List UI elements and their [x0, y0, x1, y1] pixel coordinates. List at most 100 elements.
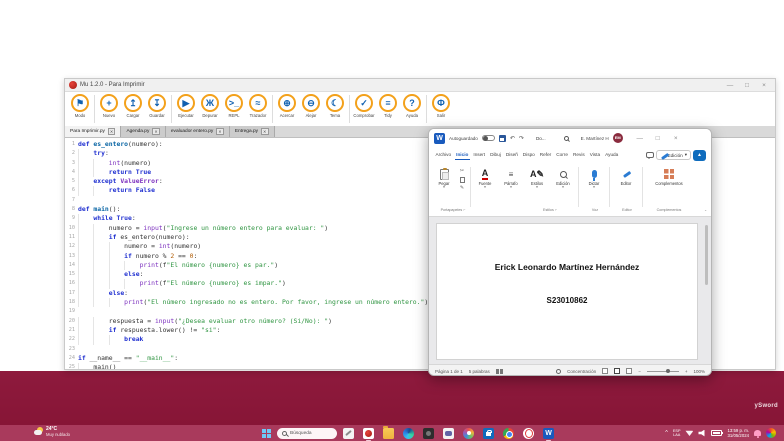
- mu-button-run[interactable]: ▶ Ejecutar: [174, 94, 198, 118]
- mu-titlebar[interactable]: Mu 1.2.0 - Para Imprimir — □ ×: [65, 79, 775, 92]
- word-close-button[interactable]: ×: [669, 135, 683, 142]
- copy-icon[interactable]: [459, 175, 469, 184]
- focus-label[interactable]: Concentración: [567, 369, 596, 374]
- word-scrollbar[interactable]: [705, 225, 708, 285]
- mu-minimize-button[interactable]: —: [723, 82, 737, 89]
- cut-icon[interactable]: ✂: [457, 168, 467, 175]
- editing-group-button[interactable]: Edición ▾: [552, 167, 574, 189]
- word-tab-dibuj[interactable]: Dibuj: [489, 150, 503, 160]
- styles-group-button[interactable]: A✎ Estilos ▾: [526, 167, 548, 189]
- mu-tab[interactable]: Entrega.py ✕: [229, 126, 275, 137]
- word-tab-corre[interactable]: Corre: [555, 150, 570, 160]
- color-wheel-icon[interactable]: [766, 428, 776, 438]
- close-tab-icon[interactable]: ✕: [261, 128, 269, 135]
- word-titlebar[interactable]: W Autoguardado ↶ ↷ Do... E. Martínez H E…: [429, 129, 711, 147]
- word-maximize-button[interactable]: □: [651, 135, 665, 142]
- close-tab-icon[interactable]: ✕: [216, 128, 224, 135]
- photos-app-icon[interactable]: [463, 427, 474, 439]
- mu-editor-icon[interactable]: [363, 427, 374, 441]
- volume-icon[interactable]: [698, 429, 705, 437]
- mu-button-mode[interactable]: ⚑ Modo: [68, 94, 92, 118]
- zoom-level[interactable]: 100%: [693, 369, 705, 374]
- word-tab-vista[interactable]: Vista: [588, 150, 601, 160]
- format-painter-icon[interactable]: ✎: [457, 185, 467, 192]
- taskbar-search[interactable]: Búsqueda: [277, 427, 337, 439]
- microsoft-store-icon[interactable]: [483, 427, 494, 439]
- close-tab-icon[interactable]: ✕: [152, 128, 160, 135]
- word-app-icon[interactable]: W: [543, 427, 554, 441]
- chat-app-icon[interactable]: [443, 427, 454, 439]
- mu-button-plotter[interactable]: ≈ Trazador: [246, 94, 270, 118]
- mu-tab[interactable]: Agenda.py ✕: [121, 126, 166, 137]
- word-minimize-button[interactable]: —: [633, 135, 647, 142]
- zoom-slider[interactable]: [646, 368, 679, 373]
- editor-button[interactable]: Editor: [613, 167, 639, 186]
- mu-button-tidy[interactable]: ≡ Tidy: [376, 94, 400, 118]
- ribbon-collapse-icon[interactable]: ⌄: [704, 207, 707, 212]
- mu-button-repl[interactable]: >_ REPL: [222, 94, 246, 118]
- undo-icon[interactable]: ↶: [510, 135, 515, 142]
- addins-button[interactable]: Complementos: [647, 167, 691, 186]
- file-explorer-icon[interactable]: [383, 426, 394, 439]
- word-tab-archivo[interactable]: Archivo: [434, 150, 453, 160]
- word-tab-ayuda[interactable]: Ayuda: [604, 150, 620, 160]
- search-icon[interactable]: [563, 135, 569, 141]
- zoom-in-button[interactable]: +: [685, 369, 688, 374]
- word-count[interactable]: 5 palabras: [469, 369, 490, 374]
- camera-app-icon[interactable]: [423, 427, 434, 439]
- mu-button-save[interactable]: ↧ Guardar: [145, 94, 169, 118]
- start-button[interactable]: [262, 428, 271, 438]
- mu-button-new[interactable]: + Nuevo: [97, 94, 121, 118]
- zoom-out-button[interactable]: −: [638, 369, 641, 374]
- mu-button-help[interactable]: ? Ayuda: [400, 94, 424, 118]
- document-text-id[interactable]: S23010862: [437, 296, 697, 305]
- clock[interactable]: 13:59 p. m. 31/05/2024: [727, 428, 749, 439]
- weather-widget[interactable]: 24°C Muy nublado: [34, 426, 70, 437]
- word-page[interactable]: Erick Leonardo Martínez Hernández S23010…: [436, 223, 698, 360]
- word-tab-diseñ[interactable]: Diseñ: [504, 150, 519, 160]
- mu-button-load[interactable]: ↥ Cargar: [121, 94, 145, 118]
- redo-icon[interactable]: ↷: [519, 135, 524, 142]
- mu-tab[interactable]: evaluador entero.py ✕: [165, 126, 230, 137]
- hidden-icons-chevron[interactable]: ^: [665, 430, 668, 436]
- print-layout-icon[interactable]: [614, 368, 621, 374]
- mu-button-check[interactable]: ✓ Comprobar: [352, 94, 376, 118]
- chrome-browser-icon[interactable]: [503, 427, 514, 439]
- edge-browser-icon[interactable]: [403, 427, 414, 439]
- language-indicator[interactable]: ESP LAA: [673, 429, 681, 437]
- notifications-bell-icon[interactable]: [754, 430, 761, 438]
- word-tab-revis[interactable]: Revis: [571, 150, 586, 160]
- close-tab-icon[interactable]: ✕: [107, 128, 116, 135]
- proofing-icon[interactable]: [495, 368, 503, 374]
- document-title[interactable]: Do...: [536, 136, 546, 141]
- opera-browser-icon[interactable]: [523, 427, 534, 439]
- account-avatar[interactable]: EM: [612, 133, 623, 143]
- mu-button-zoom-out[interactable]: ⊖ Alejar: [299, 94, 323, 118]
- comments-icon[interactable]: [645, 152, 654, 159]
- mu-maximize-button[interactable]: □: [740, 82, 754, 89]
- word-tab-refer[interactable]: Refer: [538, 150, 552, 160]
- share-button[interactable]: ▲: [693, 149, 706, 161]
- font-group-button[interactable]: A Fuente ▾: [474, 167, 496, 189]
- word-tab-inicio[interactable]: Inicio: [454, 150, 470, 160]
- mu-button-theme[interactable]: ☾ Tema: [323, 94, 347, 118]
- wifi-icon[interactable]: [685, 430, 694, 436]
- word-tab-insert[interactable]: Insert: [472, 150, 487, 160]
- paragraph-group-button[interactable]: ≡ Párrafo ▾: [500, 167, 522, 189]
- mu-close-button[interactable]: ×: [757, 82, 771, 89]
- paste-button[interactable]: Pegar ▾: [433, 167, 455, 189]
- document-text-name[interactable]: Erick Leonardo Martínez Hernández: [437, 262, 697, 272]
- mu-tab[interactable]: Para Imprimir.py ✕: [65, 126, 122, 137]
- editing-mode-dropdown[interactable]: Edición ▾: [655, 150, 691, 160]
- web-layout-icon[interactable]: [626, 368, 633, 374]
- save-icon[interactable]: [498, 134, 506, 142]
- word-tab-dispo[interactable]: Dispo: [521, 150, 536, 160]
- mu-button-debug[interactable]: Ж Depurar: [198, 94, 222, 118]
- dictate-button[interactable]: Dictar ▾: [582, 167, 606, 189]
- page-count[interactable]: Página 1 de 1: [435, 369, 463, 374]
- mu-button-zoom-in[interactable]: ⊕ Acercar: [275, 94, 299, 118]
- pen-app-icon[interactable]: [343, 427, 354, 439]
- read-mode-icon[interactable]: [602, 368, 609, 374]
- autosave-toggle[interactable]: [481, 135, 495, 141]
- battery-icon[interactable]: [711, 430, 724, 436]
